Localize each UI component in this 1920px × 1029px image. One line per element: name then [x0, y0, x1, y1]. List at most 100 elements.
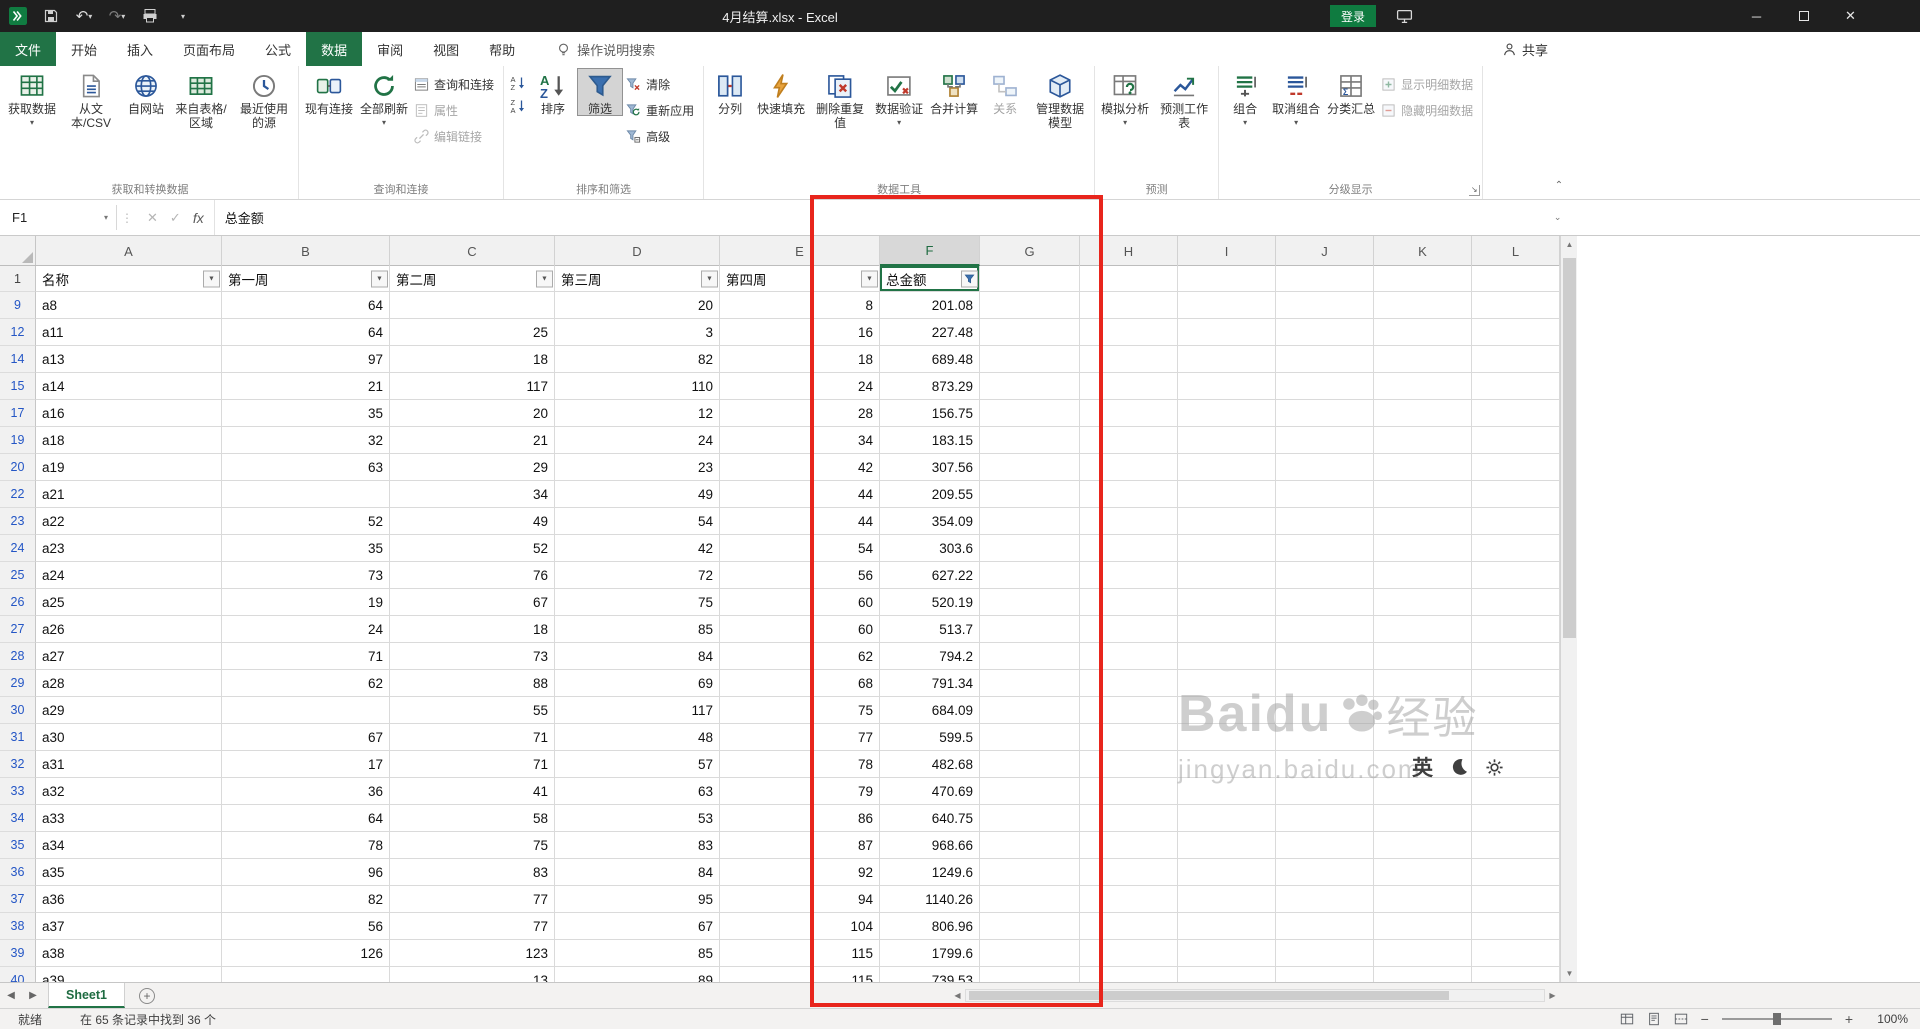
cell-D34[interactable]: 53 — [555, 805, 720, 832]
normal-view-button[interactable] — [1620, 1012, 1634, 1026]
cell-K23[interactable] — [1374, 508, 1472, 535]
column-header-K[interactable]: K — [1374, 236, 1472, 266]
cell-C20[interactable]: 29 — [390, 454, 555, 481]
cell-J25[interactable] — [1276, 562, 1374, 589]
cell-A26[interactable]: a25 — [36, 589, 222, 616]
close-button[interactable]: ✕ — [1827, 0, 1874, 32]
sheet-tab-active[interactable]: Sheet1 — [48, 983, 125, 1008]
cell-C34[interactable]: 58 — [390, 805, 555, 832]
cell-I27[interactable] — [1178, 616, 1276, 643]
row-header-14[interactable]: 14 — [0, 346, 36, 373]
row-header-23[interactable]: 23 — [0, 508, 36, 535]
cell-A32[interactable]: a31 — [36, 751, 222, 778]
name-box[interactable]: F1 — [0, 200, 96, 235]
cell-A30[interactable]: a29 — [36, 697, 222, 724]
cell-K36[interactable] — [1374, 859, 1472, 886]
cell-G35[interactable] — [980, 832, 1080, 859]
insert-function-icon[interactable]: fx — [193, 210, 204, 226]
cell-H32[interactable] — [1080, 751, 1178, 778]
cell-K37[interactable] — [1374, 886, 1472, 913]
cell-E29[interactable]: 68 — [720, 670, 880, 697]
cell-J22[interactable] — [1276, 481, 1374, 508]
cell-D12[interactable]: 3 — [555, 319, 720, 346]
cell-F36[interactable]: 1249.6 — [880, 859, 980, 886]
cell-J29[interactable] — [1276, 670, 1374, 697]
cell-B28[interactable]: 71 — [222, 643, 390, 670]
cell-J36[interactable] — [1276, 859, 1374, 886]
ribbon-button-funnel-adv[interactable]: 高级 — [624, 125, 700, 148]
tab-file[interactable]: 文件 — [0, 32, 56, 66]
row-header-28[interactable]: 28 — [0, 643, 36, 670]
cell-G22[interactable] — [980, 481, 1080, 508]
cell-C24[interactable]: 52 — [390, 535, 555, 562]
cell-C14[interactable]: 18 — [390, 346, 555, 373]
cell-G12[interactable] — [980, 319, 1080, 346]
cell-A33[interactable]: a32 — [36, 778, 222, 805]
column-header-B[interactable]: B — [222, 236, 390, 266]
cell-I37[interactable] — [1178, 886, 1276, 913]
cell-L34[interactable] — [1472, 805, 1560, 832]
cell-F22[interactable]: 209.55 — [880, 481, 980, 508]
cell-F17[interactable]: 156.75 — [880, 400, 980, 427]
cell-C15[interactable]: 117 — [390, 373, 555, 400]
cell-G15[interactable] — [980, 373, 1080, 400]
cell-C26[interactable]: 67 — [390, 589, 555, 616]
cell-G34[interactable] — [980, 805, 1080, 832]
cell-E28[interactable]: 62 — [720, 643, 880, 670]
cell-B32[interactable]: 17 — [222, 751, 390, 778]
cell-C37[interactable]: 77 — [390, 886, 555, 913]
cell-K38[interactable] — [1374, 913, 1472, 940]
cell-K34[interactable] — [1374, 805, 1472, 832]
share-button[interactable]: 共享 — [1502, 32, 1548, 66]
cell-F20[interactable]: 307.56 — [880, 454, 980, 481]
cell-G20[interactable] — [980, 454, 1080, 481]
print-preview-button[interactable] — [140, 6, 160, 26]
cell-B31[interactable]: 67 — [222, 724, 390, 751]
cell-A31[interactable]: a30 — [36, 724, 222, 751]
cell-F14[interactable]: 689.48 — [880, 346, 980, 373]
cell-D9[interactable]: 20 — [555, 292, 720, 319]
cell-H27[interactable] — [1080, 616, 1178, 643]
name-box-dropdown-icon[interactable]: ▾ — [96, 200, 116, 235]
scroll-up-arrow-icon[interactable]: ▲ — [1561, 236, 1578, 253]
cell-I40[interactable] — [1178, 967, 1276, 982]
ribbon-button-props[interactable]: 属性 — [412, 99, 500, 122]
cell-B35[interactable]: 78 — [222, 832, 390, 859]
tab-insert[interactable]: 插入 — [112, 32, 168, 66]
cell-C39[interactable]: 123 — [390, 940, 555, 967]
cell-C40[interactable]: 13 — [390, 967, 555, 982]
cell-A27[interactable]: a26 — [36, 616, 222, 643]
cell-H30[interactable] — [1080, 697, 1178, 724]
cell-C19[interactable]: 21 — [390, 427, 555, 454]
row-header-17[interactable]: 17 — [0, 400, 36, 427]
cell-C27[interactable]: 18 — [390, 616, 555, 643]
cell-A34[interactable]: a33 — [36, 805, 222, 832]
cell-B24[interactable]: 35 — [222, 535, 390, 562]
cell-K19[interactable] — [1374, 427, 1472, 454]
cell-H29[interactable] — [1080, 670, 1178, 697]
cell-C30[interactable]: 55 — [390, 697, 555, 724]
cell-K17[interactable] — [1374, 400, 1472, 427]
cell-J9[interactable] — [1276, 292, 1374, 319]
ribbon-button-split[interactable]: 分列 — [707, 68, 753, 116]
row-header-26[interactable]: 26 — [0, 589, 36, 616]
cell-L9[interactable] — [1472, 292, 1560, 319]
ribbon-button-forecast[interactable]: 预测工作表 — [1153, 68, 1215, 130]
cell-F31[interactable]: 599.5 — [880, 724, 980, 751]
cell-A37[interactable]: a36 — [36, 886, 222, 913]
ribbon-button-dedupe[interactable]: 删除重复值 — [809, 68, 871, 130]
cell-I39[interactable] — [1178, 940, 1276, 967]
cell-D32[interactable]: 57 — [555, 751, 720, 778]
cell-E32[interactable]: 78 — [720, 751, 880, 778]
column-header-A[interactable]: A — [36, 236, 222, 266]
column-header-L[interactable]: L — [1472, 236, 1560, 266]
ribbon-button-validate[interactable]: 数据验证 ▾ — [872, 68, 926, 127]
row-header-33[interactable]: 33 — [0, 778, 36, 805]
row-header-34[interactable]: 34 — [0, 805, 36, 832]
cell-B26[interactable]: 19 — [222, 589, 390, 616]
column-header-I[interactable]: I — [1178, 236, 1276, 266]
column-header-C[interactable]: C — [390, 236, 555, 266]
cell-F30[interactable]: 684.09 — [880, 697, 980, 724]
sort-ascending-button[interactable]: AZ — [507, 73, 529, 93]
cell-D26[interactable]: 75 — [555, 589, 720, 616]
